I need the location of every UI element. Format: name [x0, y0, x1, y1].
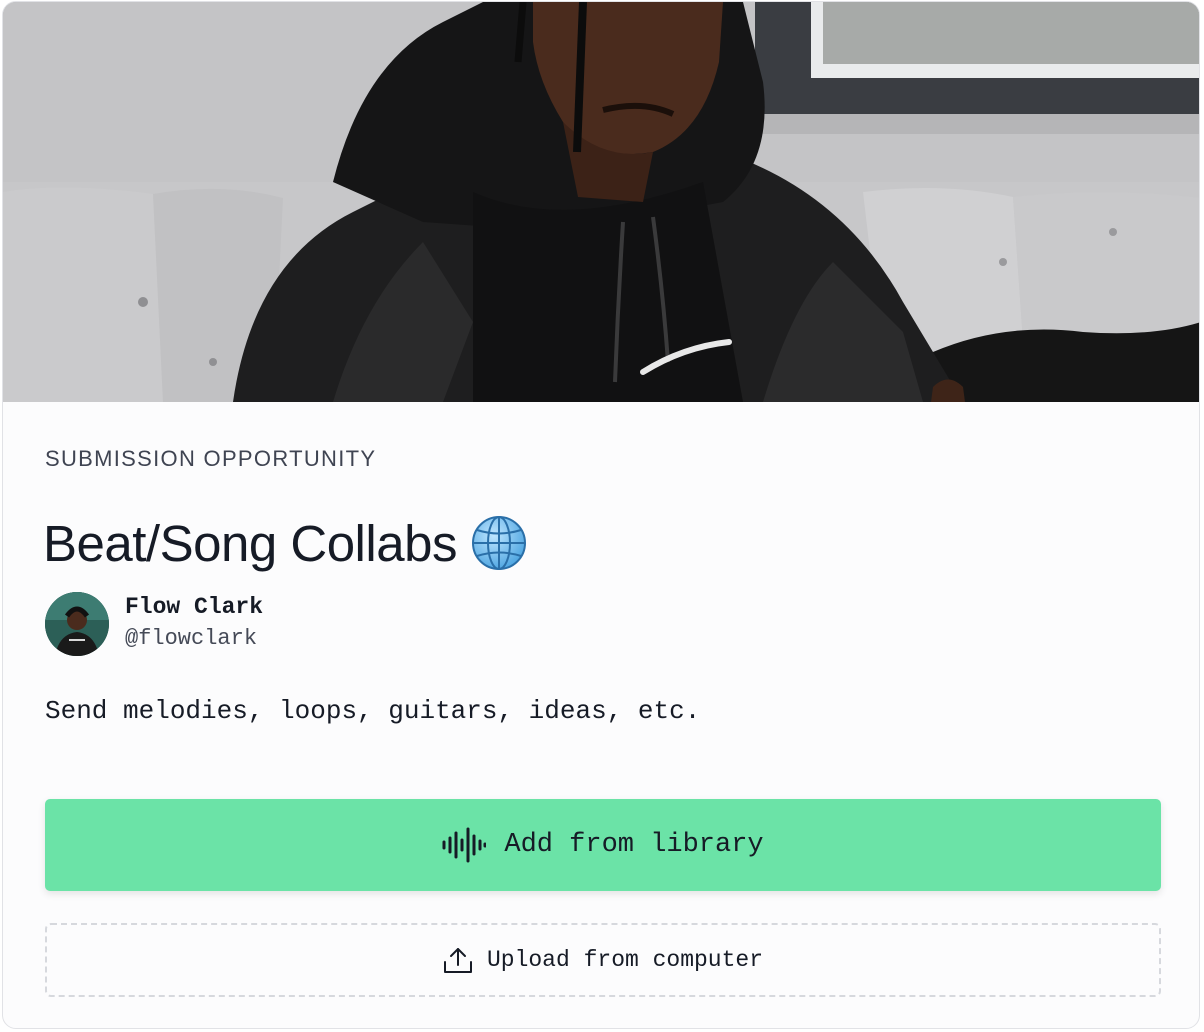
add-from-library-button[interactable]: Add from library: [45, 799, 1161, 891]
avatar[interactable]: [45, 592, 109, 656]
opportunity-label: SUBMISSION OPPORTUNITY: [45, 446, 377, 471]
author-info: Flow Clark @flowclark: [125, 592, 263, 656]
upload-icon: [443, 948, 472, 973]
author-handle[interactable]: @flowclark: [125, 622, 263, 656]
submission-card: SUBMISSION OPPORTUNITY Beat/Song Collabs: [2, 1, 1200, 1029]
opportunity-title: Beat/Song Collabs: [43, 514, 457, 572]
waveform-icon: [442, 827, 487, 863]
upload-from-computer-label: Upload from computer: [486, 947, 764, 973]
opportunity-description: Send melodies, loops, guitars, ideas, et…: [45, 696, 701, 726]
title-row: Beat/Song Collabs: [43, 508, 527, 578]
author[interactable]: Flow Clark @flowclark: [45, 592, 263, 656]
upload-from-computer-button[interactable]: Upload from computer: [45, 923, 1161, 997]
cover-image: [3, 2, 1199, 402]
add-from-library-label: Add from library: [504, 830, 764, 860]
globe-icon: [471, 516, 526, 570]
card-body: SUBMISSION OPPORTUNITY Beat/Song Collabs: [3, 402, 1199, 1028]
author-name[interactable]: Flow Clark: [125, 592, 263, 622]
